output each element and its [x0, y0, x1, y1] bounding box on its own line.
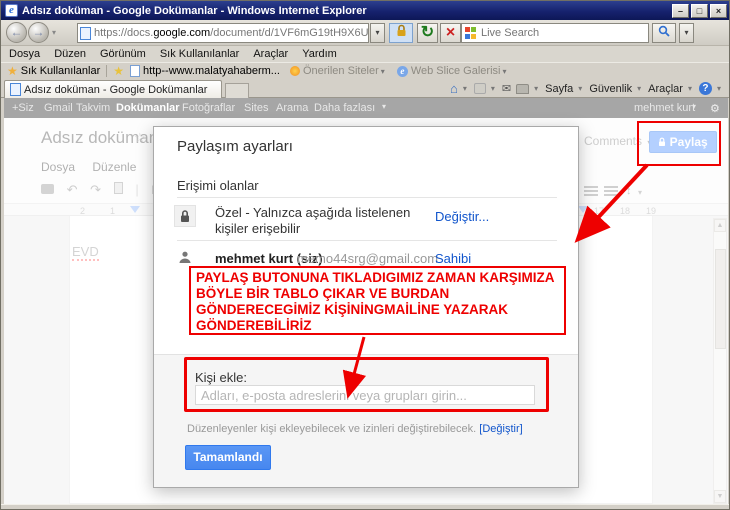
favorite-link-malatyahaber[interactable]: http--www.malatyahaberm...: [143, 65, 280, 77]
favorites-label[interactable]: Sık Kullanılanlar: [21, 65, 101, 77]
feeds-icon[interactable]: [473, 83, 486, 94]
chevron-down-icon[interactable]: ▾: [502, 67, 506, 76]
divider: [177, 197, 557, 198]
chevron-down-icon[interactable]: ▾: [491, 84, 495, 93]
menu-dosya[interactable]: Dosya: [9, 48, 40, 60]
search-input[interactable]: [481, 27, 631, 39]
url-scheme: https://docs.: [94, 27, 154, 39]
editors-note-text: Düzenleyenler kişi ekleyebilecek ve izin…: [187, 423, 477, 435]
chevron-down-icon[interactable]: ▾: [688, 84, 692, 93]
add-favorite-icon[interactable]: ★: [113, 64, 124, 78]
search-go-button[interactable]: [652, 23, 676, 43]
live-search-box[interactable]: [461, 23, 649, 43]
print-icon[interactable]: [516, 83, 530, 94]
menu-gorunum[interactable]: Görünüm: [100, 48, 146, 60]
editors-note: Düzenleyenler kişi ekleyebilecek ve izin…: [187, 423, 523, 435]
favorites-star-icon[interactable]: ★: [7, 64, 18, 78]
window-title: Adsız doküman - Google Dokümanlar - Wind…: [22, 4, 367, 17]
owner-email: memo44srg@gmail.com: [297, 251, 439, 266]
browser-window: e Adsız doküman - Google Dokümanlar - Wi…: [0, 0, 730, 510]
page-icon: [80, 26, 91, 40]
page-menu[interactable]: Sayfa: [545, 83, 573, 95]
favorites-bar: ★ Sık Kullanılanlar ★ http--www.malatyah…: [1, 62, 729, 79]
tab-title: Adsız doküman - Google Dokümanlar: [24, 83, 208, 96]
favorite-link-webslice[interactable]: Web Slice Galerisi: [411, 65, 501, 77]
private-lock-iconbox: [174, 205, 196, 227]
address-toolbar: ← → ▾ https://docs. google.com/document/d…: [1, 20, 729, 46]
dialog-title: Paylaşım ayarları: [177, 138, 293, 155]
chevron-down-icon[interactable]: ▾: [381, 67, 385, 76]
url-path: /document/d/1VF6mG19tH9X6UQPQNqOTiEwP-ny…: [210, 27, 369, 39]
windows-flag-icon: [465, 27, 477, 39]
menu-duzen[interactable]: Düzen: [54, 48, 86, 60]
tools-menu[interactable]: Araçlar: [648, 83, 683, 95]
divider: [106, 65, 108, 77]
help-icon[interactable]: ?: [698, 82, 712, 95]
restore-button[interactable]: □: [691, 3, 708, 18]
suggested-sites-icon: [289, 66, 300, 76]
chevron-down-icon[interactable]: ▾: [463, 84, 467, 93]
address-bar[interactable]: https://docs. google.com/document/d/1VF6m…: [77, 23, 369, 43]
chevron-down-icon[interactable]: ▾: [534, 84, 538, 93]
person-icon: [179, 251, 191, 263]
annotation-input-box: [184, 357, 549, 412]
security-menu[interactable]: Güvenlik: [589, 83, 632, 95]
url-domain: google.com: [153, 27, 211, 39]
close-button[interactable]: ×: [710, 3, 727, 18]
ie-logo-icon: e: [5, 4, 18, 17]
minimize-button[interactable]: –: [672, 3, 689, 18]
new-tab-button[interactable]: [225, 83, 249, 98]
menu-bar: Dosya Düzen Görünüm Sık Kullanılanlar Ar…: [1, 46, 729, 62]
read-mail-icon[interactable]: ✉: [502, 82, 511, 95]
menu-araclar[interactable]: Araçlar: [253, 48, 288, 60]
magnifier-icon: [658, 25, 670, 37]
tab-adsiz-dokuman[interactable]: Adsız doküman - Google Dokümanlar: [4, 80, 222, 98]
stop-button[interactable]: ×: [440, 23, 461, 43]
change-access-link[interactable]: Değiştir...: [435, 209, 489, 224]
history-dropdown-icon[interactable]: ▾: [52, 28, 56, 37]
who-has-access-label: Erişimi olanlar: [177, 178, 259, 193]
web-slice-icon: e: [396, 65, 408, 77]
favorite-site-icon: [130, 65, 141, 77]
address-dropdown[interactable]: ▾: [370, 23, 385, 43]
forward-button[interactable]: →: [28, 22, 49, 43]
divider: [177, 240, 557, 241]
favorite-link-onerilen[interactable]: Önerilen Siteler: [303, 65, 379, 77]
chevron-down-icon[interactable]: ▾: [717, 84, 721, 93]
annotation-text-box: PAYLAŞ BUTONUNA TIKLADIGIMIZ ZAMAN KARŞI…: [189, 266, 566, 335]
security-lock-button[interactable]: [389, 23, 413, 43]
search-options-dropdown[interactable]: ▾: [679, 23, 694, 43]
tab-page-icon: [10, 83, 21, 96]
lock-icon: [181, 210, 189, 222]
tab-bar: Adsız doküman - Google Dokümanlar ⌂ ▾ ▾ ✉…: [1, 79, 729, 98]
chevron-down-icon[interactable]: ▾: [578, 84, 582, 93]
chevron-down-icon[interactable]: ▾: [637, 84, 641, 93]
access-level-text: Özel - Yalnızca aşağıda listelenen kişil…: [215, 205, 411, 236]
title-bar: e Adsız doküman - Google Dokümanlar - Wi…: [1, 1, 729, 20]
gold-lock-icon: [397, 24, 405, 36]
back-button[interactable]: ←: [6, 22, 27, 43]
change-permissions-link[interactable]: [Değiştir]: [479, 423, 522, 435]
menu-sik-kullanilanlar[interactable]: Sık Kullanılanlar: [160, 48, 240, 60]
command-bar: ⌂ ▾ ▾ ✉ ▾ Sayfa ▾ Güvenlik ▾ Araçlar ▾ ? ▾: [445, 79, 723, 98]
owner-role[interactable]: Sahibi: [435, 251, 471, 266]
home-icon[interactable]: ⌂: [450, 81, 458, 96]
status-bar: [1, 504, 729, 509]
menu-yardim[interactable]: Yardım: [302, 48, 337, 60]
refresh-button[interactable]: ↻: [417, 23, 438, 43]
done-button[interactable]: Tamamlandı: [185, 445, 271, 470]
annotation-share-box: [637, 121, 721, 166]
